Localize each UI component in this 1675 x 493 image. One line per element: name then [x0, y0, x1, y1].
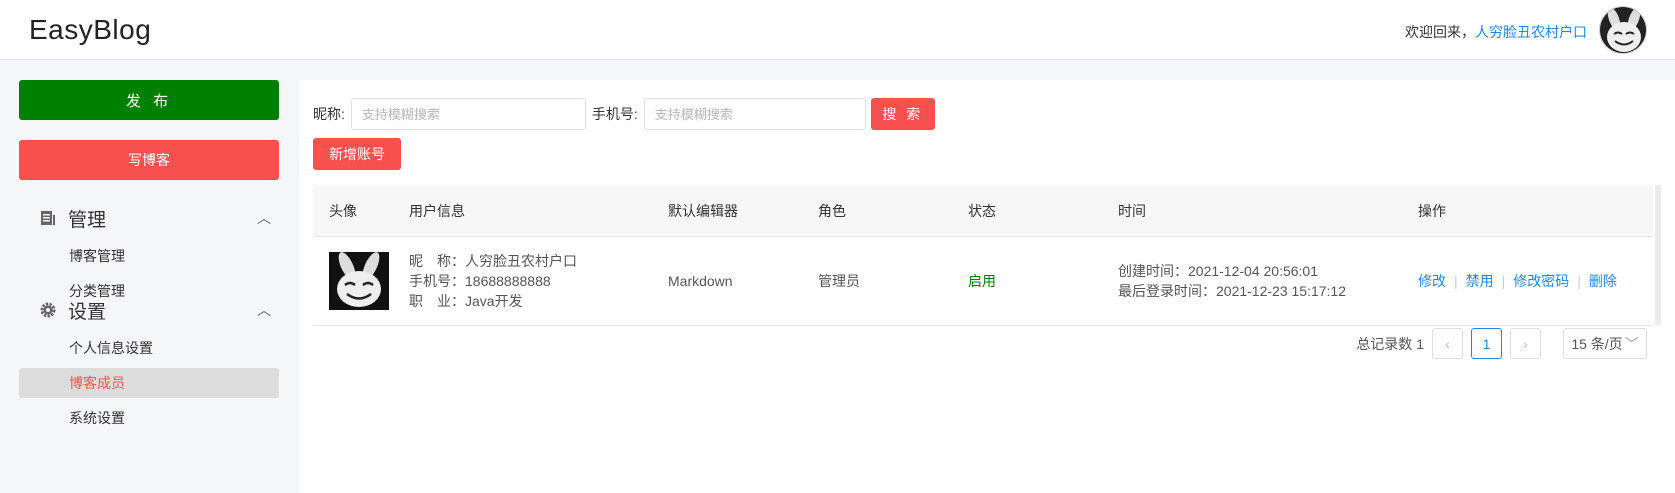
write-blog-button[interactable]: 写博客 [19, 140, 279, 180]
delete-link[interactable]: 删除 [1589, 271, 1617, 291]
search-bar: 昵称: 手机号: 搜 索 [313, 98, 935, 130]
publish-button[interactable]: 发 布 [19, 80, 279, 120]
top-header: EasyBlog 欢迎回来，人穷脸丑农村户口 [0, 0, 1675, 60]
welcome-prefix: 欢迎回来， [1405, 24, 1475, 40]
disable-link[interactable]: 禁用 [1466, 271, 1494, 291]
divider: | [1577, 273, 1581, 289]
next-page-button[interactable]: › [1510, 328, 1541, 359]
menu-title-manage[interactable]: 管理 ︿ [19, 200, 279, 236]
column-header-role: 角色 [818, 202, 846, 219]
pagination: 总记录数 1 ‹ 1 › 15 条/页 ﹀ [1356, 328, 1647, 359]
column-header-user-info: 用户信息 [409, 202, 465, 219]
table-scrollbar[interactable] [1655, 185, 1661, 325]
nickname-search-input[interactable] [350, 98, 586, 130]
chevron-right-icon: › [1523, 335, 1528, 352]
avatar-cell [329, 237, 389, 325]
menu-group-manage: 管理 ︿ 博客管理 分类管理 [19, 200, 279, 306]
nickname-label: 昵称: [313, 106, 345, 122]
chevron-left-icon: ‹ [1445, 335, 1450, 352]
chevron-down-icon: ﹀ [1624, 335, 1639, 352]
status-cell: 启用 [968, 273, 996, 289]
column-header-editor: 默认编辑器 [668, 202, 738, 219]
user-nickname: 昵 称：人穷脸丑农村户口 [409, 253, 577, 269]
column-header-avatar: 头像 [329, 202, 357, 219]
column-header-status: 状态 [968, 202, 996, 219]
document-list-icon [38, 208, 58, 228]
phone-search-input[interactable] [643, 98, 866, 130]
role-cell: 管理员 [818, 273, 860, 289]
last-login-time: 最后登录时间：2021-12-23 15:17:12 [1118, 283, 1346, 299]
page-number-button[interactable]: 1 [1471, 328, 1502, 359]
prev-page-button[interactable]: ‹ [1432, 328, 1463, 359]
actions-cell: 修改 | 禁用 | 修改密码 | 删除 [1418, 237, 1617, 325]
members-table: 头像 用户信息 默认编辑器 角色 状态 时间 操作 昵 称：人穷脸丑农村户口 手… [313, 185, 1661, 326]
user-info-cell: 昵 称：人穷脸丑农村户口 手机号：18688888888 职 业：Java开发 [409, 237, 577, 325]
edit-link[interactable]: 修改 [1418, 271, 1446, 291]
page-size-value: 15 条/页 [1571, 335, 1623, 352]
menu-title-label: 设置 [68, 301, 107, 323]
sidebar-item-blog-members[interactable]: 博客成员 [19, 368, 279, 398]
chevron-up-icon: ︿ [257, 302, 271, 318]
divider: | [1454, 273, 1458, 289]
menu-title-settings[interactable]: 设置 ︿ [19, 292, 279, 328]
divider: | [1501, 273, 1506, 289]
time-cell: 创建时间：2021-12-04 20:56:01 最后登录时间：2021-12-… [1118, 237, 1346, 325]
main-content: 昵称: 手机号: 搜 索 新增账号 头像 用户信息 默认编辑器 角色 状态 时间… [299, 80, 1675, 493]
column-header-time: 时间 [1118, 202, 1146, 219]
sidebar: 发 布 写博客 管理 ︿ 博客管理 分类管理 设置 ︿ 个人信息设置 博客成员 … [0, 60, 298, 493]
sidebar-item-blog-manage[interactable]: 博客管理 [19, 241, 279, 271]
table-row: 昵 称：人穷脸丑农村户口 手机号：18688888888 职 业：Java开发 … [313, 237, 1653, 325]
total-records: 总记录数 1 [1356, 335, 1424, 352]
phone-label: 手机号: [591, 106, 638, 122]
sidebar-item-profile-settings[interactable]: 个人信息设置 [19, 333, 279, 363]
editor-cell: Markdown [668, 273, 733, 289]
change-password-link[interactable]: 修改密码 [1513, 271, 1569, 291]
page-size-select[interactable]: 15 条/页 ﹀ [1563, 328, 1647, 359]
add-account-button[interactable]: 新增账号 [313, 138, 401, 170]
welcome-text: 欢迎回来，人穷脸丑农村户口 [1405, 22, 1587, 42]
user-phone: 手机号：18688888888 [409, 273, 551, 289]
column-header-actions: 操作 [1418, 202, 1446, 219]
chevron-up-icon: ︿ [257, 210, 271, 226]
app-logo[interactable]: EasyBlog [29, 14, 151, 46]
sidebar-item-system-settings[interactable]: 系统设置 [19, 403, 279, 433]
menu-title-label: 管理 [68, 209, 107, 231]
member-avatar [329, 252, 389, 310]
username-link[interactable]: 人穷脸丑农村户口 [1475, 24, 1587, 40]
created-time: 创建时间：2021-12-04 20:56:01 [1118, 263, 1318, 279]
user-job: 职 业：Java开发 [409, 293, 523, 309]
table-header: 头像 用户信息 默认编辑器 角色 状态 时间 操作 [313, 185, 1653, 237]
menu-group-settings: 设置 ︿ 个人信息设置 博客成员 系统设置 [19, 292, 279, 433]
gear-icon [38, 300, 58, 320]
user-avatar[interactable] [1599, 6, 1647, 54]
search-button[interactable]: 搜 索 [870, 98, 935, 130]
